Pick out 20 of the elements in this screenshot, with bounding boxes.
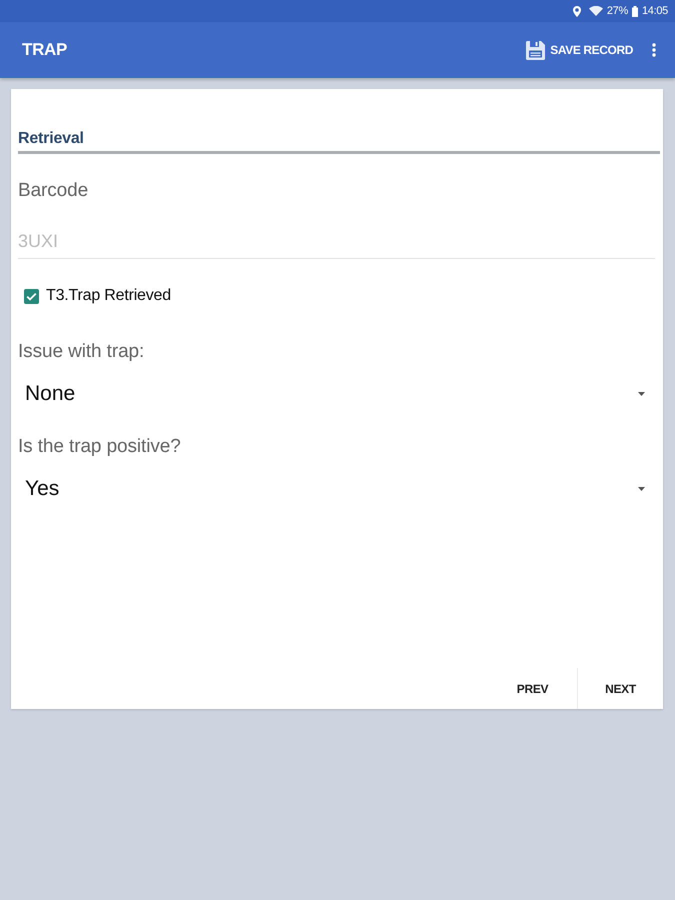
caret-icon bbox=[638, 487, 645, 491]
checkbox-option[interactable]: T3.Trap Retrieved bbox=[24, 286, 660, 306]
previous-button[interactable]: PREV bbox=[488, 668, 577, 709]
caret-icon bbox=[638, 392, 645, 396]
location-icon bbox=[572, 6, 581, 16]
wifi-icon bbox=[588, 6, 603, 16]
save-record-button[interactable]: SAVE RECORD bbox=[526, 40, 633, 60]
dropdown[interactable]: None bbox=[25, 381, 645, 407]
more-options-icon bbox=[652, 43, 656, 57]
field-label: Is the trap positive? bbox=[18, 436, 182, 458]
dropdown[interactable]: Yes bbox=[25, 476, 645, 502]
section-heading: Retrieval bbox=[18, 129, 660, 154]
field-label: Barcode bbox=[18, 180, 90, 202]
field-label: Issue with trap: bbox=[18, 341, 146, 363]
app-title: TRAP bbox=[22, 40, 68, 60]
next-button[interactable]: NEXT bbox=[577, 668, 663, 709]
checkbox-icon[interactable] bbox=[24, 288, 39, 304]
clock-time: 14:05 bbox=[642, 5, 668, 17]
battery-icon bbox=[632, 6, 638, 16]
battery-percent: 27% bbox=[606, 5, 628, 17]
